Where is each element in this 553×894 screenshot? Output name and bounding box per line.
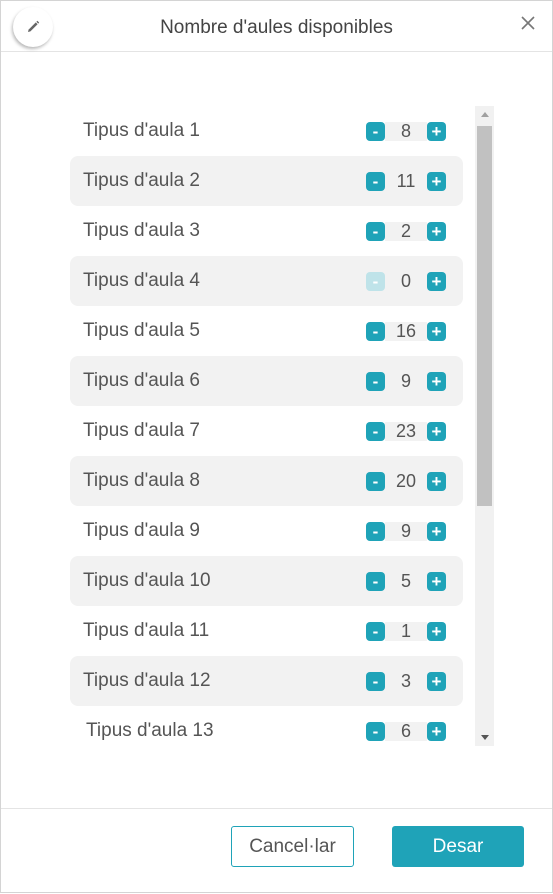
quantity-stepper: -20 +: [366, 472, 446, 491]
room-type-list: Tipus d'aula 1-8 + Tipus d'aula 2-11 + Tipus…: [70, 106, 464, 746]
room-type-label: Tipus d'aula 10: [83, 570, 211, 591]
increment-button[interactable]: +: [427, 372, 446, 391]
increment-button[interactable]: +: [427, 472, 446, 491]
increment-button[interactable]: +: [427, 322, 446, 341]
room-type-label: Tipus d'aula 13: [86, 720, 214, 741]
decrement-button[interactable]: -: [366, 322, 385, 341]
decrement-button[interactable]: -: [366, 422, 385, 441]
list-item: Tipus d'aula 2 -11 +: [70, 156, 463, 206]
list-item: Tipus d'aula 1 -8 +: [70, 106, 463, 156]
scroll-up-arrow-icon[interactable]: [475, 106, 494, 123]
quantity-stepper: -6 +: [366, 722, 446, 741]
list-item: Tipus d'aula 11 -1 +: [70, 606, 463, 656]
decrement-button[interactable]: -: [366, 272, 385, 291]
decrement-button[interactable]: -: [366, 572, 385, 591]
quantity-stepper: -5 +: [366, 572, 446, 591]
list-item: Tipus d'aula 6 -9 +: [70, 356, 463, 406]
quantity-value: 1: [385, 622, 427, 641]
quantity-value: 3: [385, 672, 427, 691]
decrement-button[interactable]: -: [366, 522, 385, 541]
increment-button[interactable]: +: [427, 222, 446, 241]
list-item: Tipus d'aula 10 -5 +: [70, 556, 463, 606]
room-type-label: Tipus d'aula 12: [83, 670, 211, 691]
quantity-stepper: -23 +: [366, 422, 446, 441]
quantity-stepper: -8 +: [366, 122, 446, 141]
room-type-label: Tipus d'aula 2: [83, 170, 200, 191]
room-type-label: Tipus d'aula 1: [83, 120, 200, 141]
quantity-value: 16: [385, 322, 427, 341]
quantity-value: 8: [385, 122, 427, 141]
quantity-stepper: -11 +: [366, 172, 446, 191]
room-type-label: Tipus d'aula 8: [83, 470, 200, 491]
close-icon[interactable]: [518, 11, 538, 35]
list-item: Tipus d'aula 4 -0 +: [70, 256, 463, 306]
increment-button[interactable]: +: [427, 672, 446, 691]
decrement-button[interactable]: -: [366, 672, 385, 691]
increment-button[interactable]: +: [427, 622, 446, 641]
room-type-label: Tipus d'aula 7: [83, 420, 200, 441]
increment-button[interactable]: +: [427, 722, 446, 741]
quantity-value: 9: [385, 372, 427, 391]
quantity-stepper: -9 +: [366, 522, 446, 541]
decrement-button[interactable]: -: [366, 472, 385, 491]
quantity-value: 9: [385, 522, 427, 541]
room-type-label: Tipus d'aula 3: [83, 220, 200, 241]
list-item: Tipus d'aula 8 -20 +: [70, 456, 463, 506]
dialog-title: Nombre d'aules disponibles: [160, 17, 393, 38]
decrement-button[interactable]: -: [366, 222, 385, 241]
list-item: Tipus d'aula 3 -2 +: [70, 206, 463, 256]
save-button[interactable]: Desar: [392, 826, 524, 867]
quantity-value: 5: [385, 572, 427, 591]
dialog: Nombre d'aules disponibles Tipus d'aula …: [0, 0, 553, 893]
quantity-stepper: -3 +: [366, 672, 446, 691]
quantity-stepper: -16 +: [366, 322, 446, 341]
decrement-button[interactable]: -: [366, 122, 385, 141]
room-type-label: Tipus d'aula 6: [83, 370, 200, 391]
quantity-value: 2: [385, 222, 427, 241]
list-item: Tipus d'aula 5 -16 +: [70, 306, 463, 356]
increment-button[interactable]: +: [427, 272, 446, 291]
room-type-label: Tipus d'aula 4: [83, 270, 200, 291]
list-item: Tipus d'aula 9 -9 +: [70, 506, 463, 556]
quantity-stepper: -2 +: [366, 222, 446, 241]
quantity-stepper: -1 +: [366, 622, 446, 641]
list-item: Tipus d'aula 13 -6 +: [70, 706, 463, 746]
decrement-button[interactable]: -: [366, 172, 385, 191]
scrollbar[interactable]: [475, 106, 494, 746]
scrollbar-thumb[interactable]: [477, 126, 492, 506]
quantity-value: 11: [385, 172, 427, 191]
room-type-label: Tipus d'aula 5: [83, 320, 200, 341]
increment-button[interactable]: +: [427, 122, 446, 141]
quantity-value: 6: [385, 722, 427, 741]
quantity-value: 0: [385, 272, 427, 291]
increment-button[interactable]: +: [427, 522, 446, 541]
list-item: Tipus d'aula 12 -3 +: [70, 656, 463, 706]
decrement-button[interactable]: -: [366, 372, 385, 391]
increment-button[interactable]: +: [427, 572, 446, 591]
quantity-stepper: -0 +: [366, 272, 446, 291]
quantity-stepper: -9 +: [366, 372, 446, 391]
quantity-value: 23: [385, 422, 427, 441]
room-type-label: Tipus d'aula 9: [83, 520, 200, 541]
increment-button[interactable]: +: [427, 172, 446, 191]
room-type-label: Tipus d'aula 11: [83, 620, 210, 641]
decrement-button[interactable]: -: [366, 722, 385, 741]
scroll-down-arrow-icon[interactable]: [475, 729, 494, 746]
dialog-header: Nombre d'aules disponibles: [1, 1, 552, 52]
dialog-footer: Cancel·lar Desar: [1, 808, 552, 894]
list-item: Tipus d'aula 7 -23 +: [70, 406, 463, 456]
increment-button[interactable]: +: [427, 422, 446, 441]
cancel-button[interactable]: Cancel·lar: [231, 826, 354, 867]
decrement-button[interactable]: -: [366, 622, 385, 641]
quantity-value: 20: [385, 472, 427, 491]
